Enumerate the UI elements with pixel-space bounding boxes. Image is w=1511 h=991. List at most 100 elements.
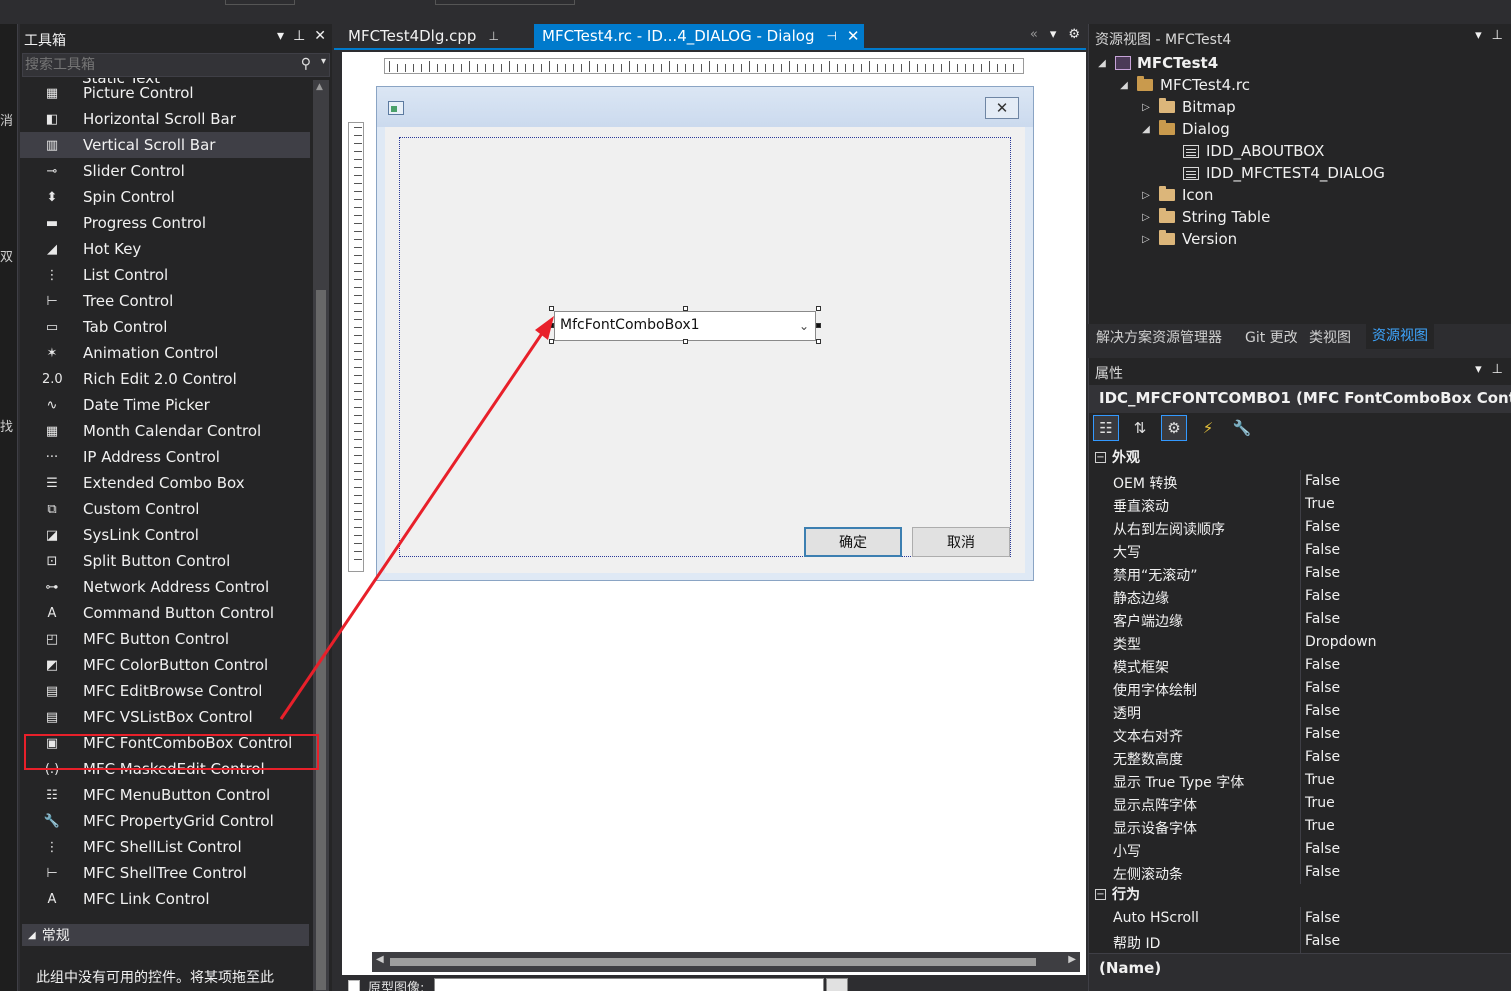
property-value[interactable]: False bbox=[1305, 703, 1340, 719]
toolbox-item[interactable]: ··· IP Address Control bbox=[20, 444, 310, 470]
tab-solution-explorer[interactable]: 解决方案资源管理器 bbox=[1096, 327, 1222, 347]
tree-node-rc[interactable]: ◢ MFCTest4.rc bbox=[1117, 74, 1250, 96]
property-row[interactable]: 类型 Dropdown bbox=[1089, 631, 1511, 654]
tree-node-bitmap[interactable]: ▷ Bitmap bbox=[1139, 96, 1236, 118]
property-divider[interactable] bbox=[1300, 493, 1301, 516]
scroll-thumb[interactable] bbox=[390, 958, 1036, 966]
dropdown-icon[interactable]: ▾ bbox=[1475, 362, 1482, 377]
selected-object-name[interactable]: IDC_MFCFONTCOMBO1 (MFC FontComboBox Cont… bbox=[1089, 385, 1511, 413]
property-divider[interactable] bbox=[1300, 516, 1301, 539]
scroll-up-icon[interactable]: ▲ bbox=[316, 82, 323, 92]
property-value[interactable]: False bbox=[1305, 749, 1340, 765]
property-divider[interactable] bbox=[1300, 677, 1301, 700]
property-row[interactable]: 文本右对齐 False bbox=[1089, 723, 1511, 746]
toolbox-item[interactable]: ◩ MFC ColorButton Control bbox=[20, 652, 310, 678]
collapse-icon[interactable]: ◢ bbox=[1139, 124, 1153, 135]
pin-icon[interactable]: ⊥ bbox=[1492, 362, 1503, 377]
property-value[interactable]: False bbox=[1305, 657, 1340, 673]
property-row[interactable]: 垂直滚动 True bbox=[1089, 493, 1511, 516]
property-value[interactable]: Dropdown bbox=[1305, 634, 1376, 650]
overrides-icon[interactable]: 🔧 bbox=[1229, 415, 1255, 441]
collapse-icon[interactable]: − bbox=[1095, 451, 1106, 463]
toolbar-dropdown-peek[interactable] bbox=[435, 0, 575, 5]
toolbox-item[interactable]: ⊸ Slider Control bbox=[20, 158, 310, 184]
property-row[interactable]: 从右到左阅读顺序 False bbox=[1089, 516, 1511, 539]
property-value[interactable]: False bbox=[1305, 611, 1340, 627]
toolbox-item[interactable]: A Command Button Control bbox=[20, 600, 310, 626]
toolbox-item[interactable]: ▬ Progress Control bbox=[20, 210, 310, 236]
toolbox-item[interactable]: ▣ MFC FontComboBox Control bbox=[20, 730, 310, 756]
pin-icon[interactable]: ⊥ bbox=[488, 29, 498, 43]
toolbox-item[interactable]: ⋮ MFC ShellList Control bbox=[20, 834, 310, 860]
property-value[interactable]: False bbox=[1305, 726, 1340, 742]
dialog-close-button[interactable]: ✕ bbox=[985, 97, 1019, 119]
collapse-icon[interactable]: ◢ bbox=[1117, 80, 1131, 91]
chevron-down-icon[interactable]: ⌄ bbox=[799, 319, 809, 333]
toolbox-item[interactable]: ▦ Picture Control bbox=[20, 80, 310, 106]
property-divider[interactable] bbox=[1300, 769, 1301, 792]
property-value[interactable]: True bbox=[1305, 496, 1335, 512]
close-icon[interactable]: ✕ bbox=[314, 28, 326, 44]
tree-node-main-dialog[interactable]: IDD_MFCTEST4_DIALOG bbox=[1183, 162, 1385, 184]
pin-icon[interactable]: ⊣ bbox=[826, 29, 836, 43]
search-icon[interactable]: ⚲ bbox=[301, 56, 311, 72]
toolbox-item[interactable]: ⬍ Spin Control bbox=[20, 184, 310, 210]
property-value[interactable]: False bbox=[1305, 565, 1340, 581]
toolbox-item[interactable]: ☷ MFC MenuButton Control bbox=[20, 782, 310, 808]
tab-resource-view[interactable]: 资源视图 bbox=[1366, 324, 1434, 349]
property-row[interactable]: 静态边缘 False bbox=[1089, 585, 1511, 608]
resize-handle[interactable] bbox=[816, 306, 821, 311]
toolbox-item[interactable]: ◰ MFC Button Control bbox=[20, 626, 310, 652]
property-value[interactable]: False bbox=[1305, 519, 1340, 535]
toolbox-item[interactable]: ▤ MFC EditBrowse Control bbox=[20, 678, 310, 704]
property-row[interactable]: 帮助 ID False bbox=[1089, 930, 1511, 953]
property-divider[interactable] bbox=[1300, 815, 1301, 838]
toolbox-item[interactable]: ✶ Animation Control bbox=[20, 340, 310, 366]
pin-icon[interactable]: ⊥ bbox=[1492, 28, 1503, 43]
dropdown-icon[interactable]: ▾ bbox=[1475, 28, 1482, 43]
resize-handle[interactable] bbox=[816, 339, 821, 344]
resize-handle[interactable] bbox=[683, 306, 688, 311]
property-divider[interactable] bbox=[1300, 470, 1301, 493]
property-divider[interactable] bbox=[1300, 838, 1301, 861]
property-divider[interactable] bbox=[1300, 861, 1301, 884]
property-row[interactable]: 小写 False bbox=[1089, 838, 1511, 861]
tree-node-version[interactable]: ▷ Version bbox=[1139, 228, 1237, 250]
property-divider[interactable] bbox=[1300, 930, 1301, 953]
tab-list-icon[interactable]: ▾ bbox=[1050, 27, 1057, 42]
property-divider[interactable] bbox=[1300, 631, 1301, 654]
tab-dlg-cpp[interactable]: MFCTest4Dlg.cpp ⊥ bbox=[334, 24, 524, 48]
ok-button[interactable]: 确定 bbox=[804, 527, 902, 557]
expand-icon[interactable]: ▷ bbox=[1139, 234, 1153, 245]
prototype-image-field[interactable] bbox=[434, 978, 824, 991]
property-divider[interactable] bbox=[1300, 608, 1301, 631]
property-divider[interactable] bbox=[1300, 723, 1301, 746]
property-divider[interactable] bbox=[1300, 562, 1301, 585]
property-value[interactable]: False bbox=[1305, 910, 1340, 926]
toolbox-item[interactable]: ▦ Month Calendar Control bbox=[20, 418, 310, 444]
scroll-right-icon[interactable]: ▶ bbox=[1068, 954, 1076, 965]
scroll-left-icon[interactable]: ◀ bbox=[376, 954, 384, 965]
gear-icon[interactable]: ⚙ bbox=[1068, 27, 1080, 42]
toolbox-item[interactable]: ⊢ Tree Control bbox=[20, 288, 310, 314]
property-row[interactable]: 大写 False bbox=[1089, 539, 1511, 562]
property-row[interactable]: OEM 转换 False bbox=[1089, 470, 1511, 493]
toolbox-item[interactable]: ◢ Hot Key bbox=[20, 236, 310, 262]
property-value[interactable]: False bbox=[1305, 841, 1340, 857]
property-row[interactable]: 使用字体绘制 False bbox=[1089, 677, 1511, 700]
property-value[interactable]: False bbox=[1305, 680, 1340, 696]
font-combobox-control[interactable]: MfcFontComboBox1 ⌄ bbox=[554, 311, 816, 341]
browse-button[interactable] bbox=[826, 978, 848, 991]
tree-node-project[interactable]: ◢ MFCTest4 bbox=[1095, 52, 1218, 74]
toolbox-item[interactable]: 2.0 Rich Edit 2.0 Control bbox=[20, 366, 310, 392]
toolbox-item[interactable]: ⊡ Split Button Control bbox=[20, 548, 310, 574]
tree-node-icon[interactable]: ▷ Icon bbox=[1139, 184, 1213, 206]
properties-icon[interactable]: ⚙ bbox=[1161, 415, 1187, 441]
property-value[interactable]: True bbox=[1305, 772, 1335, 788]
property-row[interactable]: 显示设备字体 True bbox=[1089, 815, 1511, 838]
property-row[interactable]: 显示点阵字体 True bbox=[1089, 792, 1511, 815]
expand-icon[interactable]: ▷ bbox=[1139, 190, 1153, 201]
horizontal-ruler[interactable] bbox=[384, 58, 1024, 74]
prototype-image-checkbox[interactable] bbox=[348, 980, 360, 991]
toolbox-item[interactable]: ◧ Horizontal Scroll Bar bbox=[20, 106, 310, 132]
